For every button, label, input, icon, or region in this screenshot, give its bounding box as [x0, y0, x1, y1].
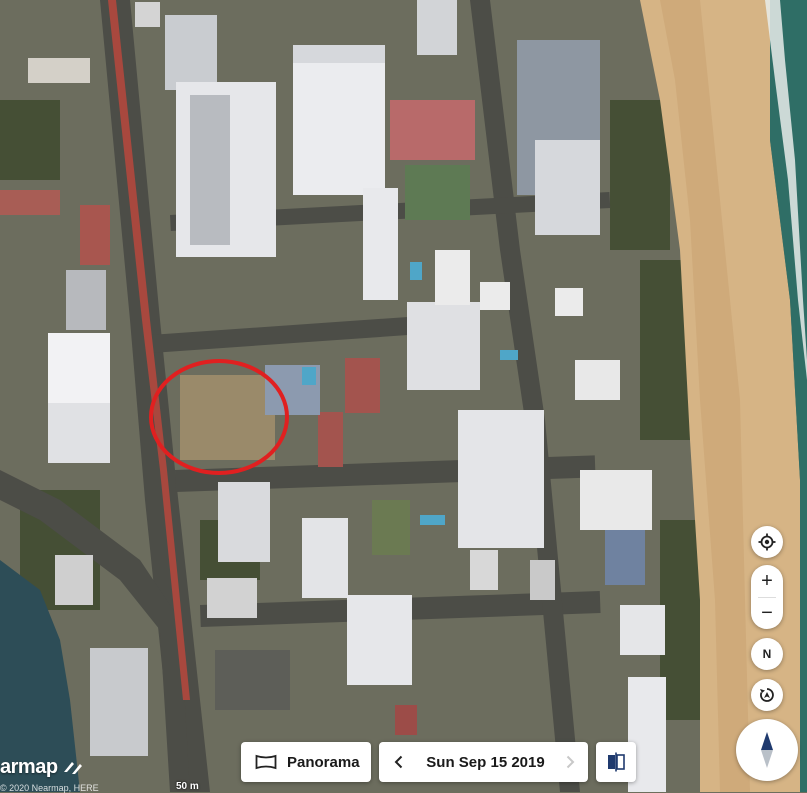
compare-button[interactable]: [596, 742, 636, 782]
rotate-button[interactable]: [751, 679, 783, 711]
logo-chevrons-icon: [63, 762, 82, 774]
date-selector: Sun Sep 15 2019: [379, 742, 588, 782]
panorama-frame-icon: [255, 754, 277, 770]
panorama-label: Panorama: [287, 753, 360, 771]
crosshair-icon: [758, 533, 776, 551]
aerial-map[interactable]: [0, 0, 807, 792]
panorama-button[interactable]: Panorama: [241, 742, 371, 782]
zoom-out-button[interactable]: −: [751, 597, 783, 629]
logo-text: armap: [0, 755, 58, 778]
chevron-right-icon: [566, 755, 575, 769]
split-compare-icon: [608, 752, 625, 772]
prev-date-button[interactable]: [379, 742, 419, 782]
nearmap-logo: armap: [0, 754, 86, 780]
compass-control[interactable]: [736, 719, 798, 781]
north-button[interactable]: N: [751, 638, 783, 670]
zoom-control: + −: [751, 565, 783, 629]
compass-icon: [761, 732, 773, 768]
north-label: N: [762, 647, 772, 661]
date-label[interactable]: Sun Sep 15 2019: [419, 754, 552, 771]
empty-lot: [180, 375, 275, 460]
zoom-in-button[interactable]: +: [751, 565, 783, 597]
parking-lot: [215, 650, 290, 710]
scale-label: 50 m: [176, 781, 199, 792]
rotate-icon: [760, 688, 774, 702]
next-date-button[interactable]: [552, 742, 588, 782]
chevron-left-icon: [394, 755, 403, 769]
locate-button[interactable]: [751, 526, 783, 558]
